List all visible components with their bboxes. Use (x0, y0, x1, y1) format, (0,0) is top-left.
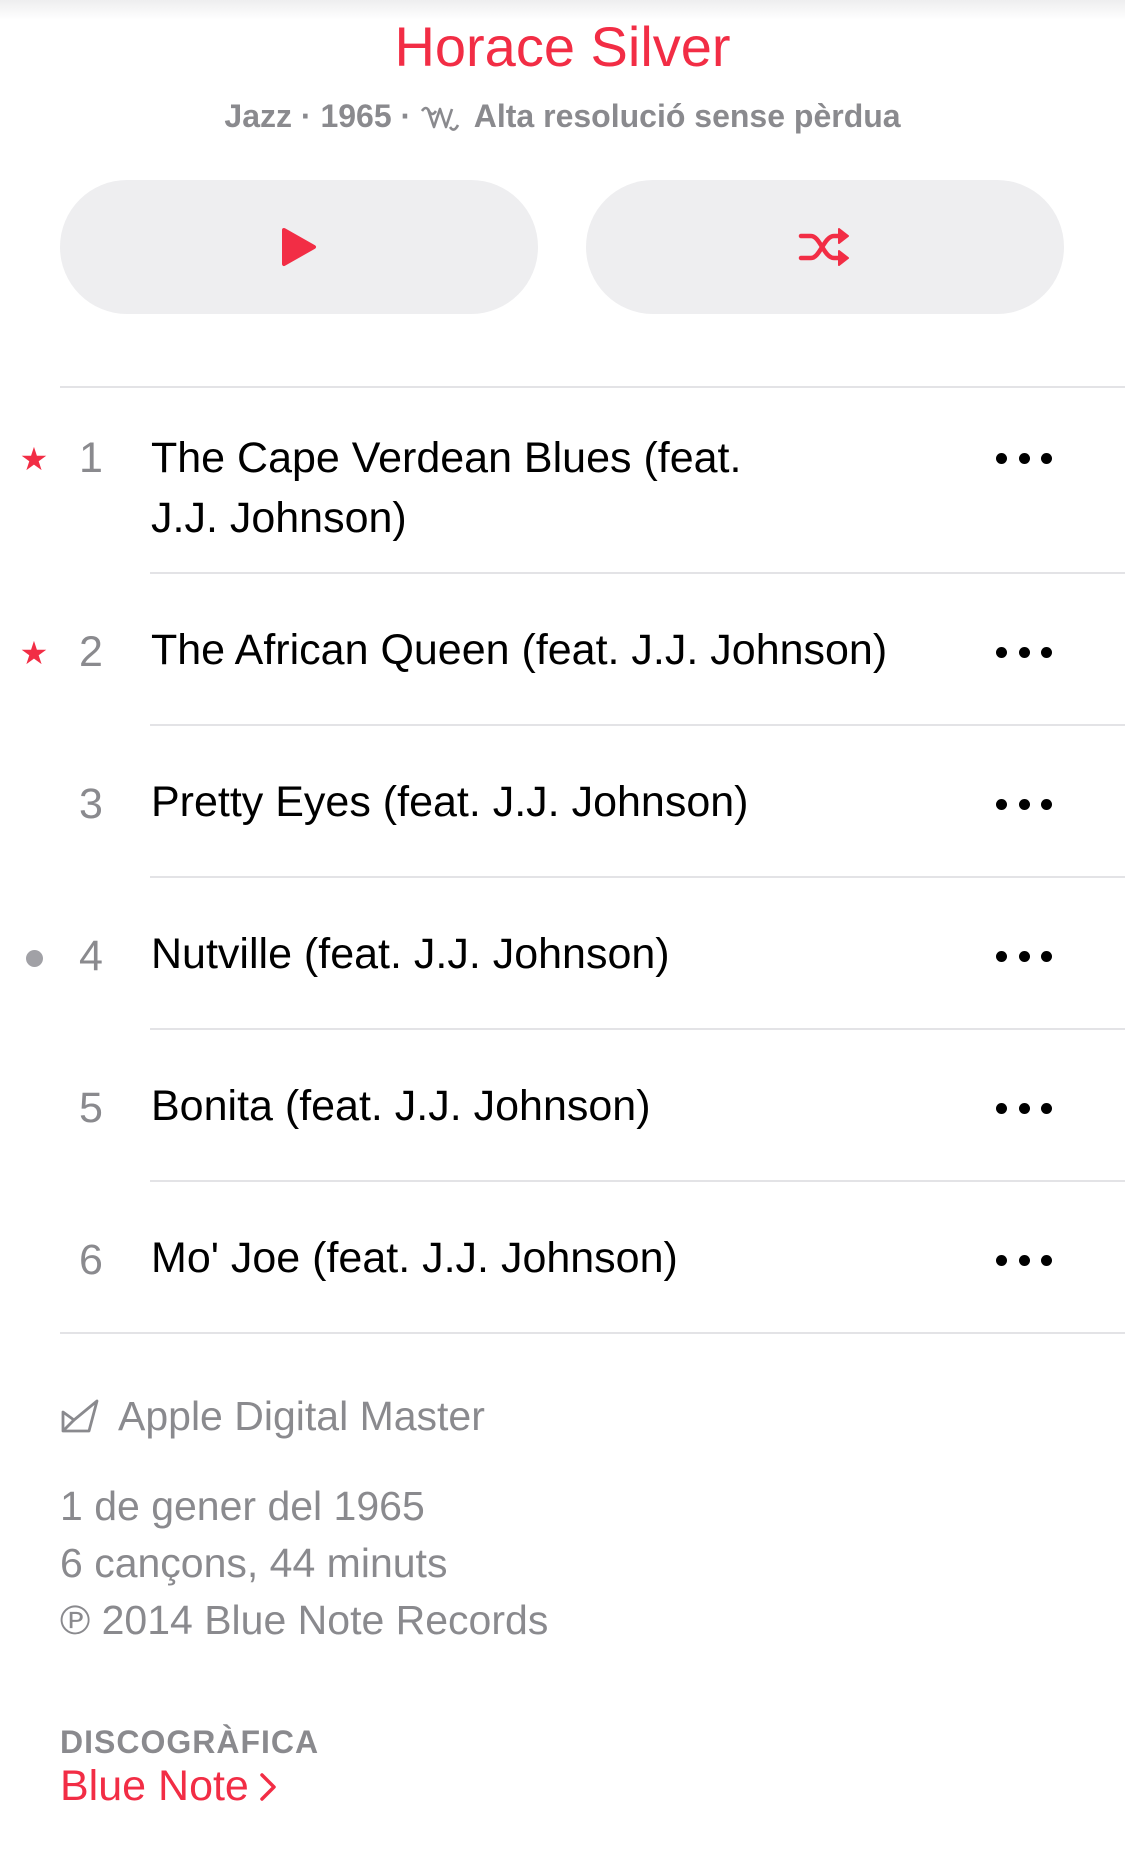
adm-label: Apple Digital Master (118, 1393, 485, 1439)
more-options-icon[interactable] (996, 946, 1052, 966)
artist-name[interactable]: Horace Silver (0, 14, 1125, 80)
track-title-line: J.J. Johnson) (151, 494, 407, 542)
track-title: The Cape Verdean Blues (feat. J.J. Johns… (151, 428, 961, 548)
record-label-link[interactable]: Blue Note (60, 1762, 277, 1811)
play-icon (282, 228, 316, 266)
track-row[interactable]: ★ 1 The Cape Verdean Blues (feat. J.J. J… (0, 388, 1125, 574)
track-row[interactable]: 3 Pretty Eyes (feat. J.J. Johnson) (0, 726, 1125, 878)
more-options-icon[interactable] (996, 1098, 1052, 1118)
track-number: 1 (79, 434, 103, 482)
track-title: Nutville (feat. J.J. Johnson) (151, 930, 670, 978)
track-number: 3 (79, 780, 103, 828)
track-title: Bonita (feat. J.J. Johnson) (151, 1082, 651, 1130)
track-row[interactable]: 5 Bonita (feat. J.J. Johnson) (0, 1030, 1125, 1182)
played-indicator-dot (26, 950, 43, 967)
track-row[interactable]: ★ 2 The African Queen (feat. J.J. Johnso… (0, 574, 1125, 726)
track-number: 4 (79, 932, 103, 980)
chevron-right-icon (260, 1772, 276, 1801)
shuffle-button[interactable] (586, 180, 1064, 314)
meta-separator: · (400, 98, 412, 134)
album-summary: 6 cançons, 44 minuts (60, 1540, 448, 1586)
record-label-heading: DISCOGRÀFICA (60, 1724, 320, 1760)
quality-label: Alta resolució sense pèrdua (473, 98, 901, 134)
play-button[interactable] (60, 180, 538, 314)
album-meta: Jazz · 1965 · Alta resolució sense pèrdu… (0, 96, 1125, 140)
track-title: The African Queen (feat. J.J. Johnson) (151, 626, 888, 674)
lossless-icon (420, 100, 460, 140)
track-number: 5 (79, 1084, 103, 1132)
genre: Jazz (224, 98, 292, 134)
apple-digital-master-icon (61, 1399, 99, 1433)
copyright: ℗ 2014 Blue Note Records (60, 1597, 549, 1643)
release-date: 1 de gener del 1965 (60, 1483, 425, 1529)
more-options-icon[interactable] (996, 642, 1052, 662)
track-row[interactable]: 6 Mo' Joe (feat. J.J. Johnson) (0, 1182, 1125, 1334)
track-row[interactable]: 4 Nutville (feat. J.J. Johnson) (0, 878, 1125, 1030)
favorite-star-icon: ★ (19, 635, 49, 671)
favorite-star-icon: ★ (19, 441, 49, 477)
apple-digital-master-badge: Apple Digital Master (60, 1388, 485, 1444)
more-options-icon[interactable] (996, 1250, 1052, 1270)
track-number: 2 (79, 628, 103, 676)
meta-separator: · (300, 98, 312, 134)
year: 1965 (320, 98, 392, 134)
more-options-icon[interactable] (996, 794, 1052, 814)
track-title: Pretty Eyes (feat. J.J. Johnson) (151, 778, 749, 826)
record-label-name: Blue Note (60, 1762, 249, 1810)
track-title: Mo' Joe (feat. J.J. Johnson) (151, 1234, 678, 1282)
track-number: 6 (79, 1236, 103, 1284)
more-options-icon[interactable] (996, 448, 1052, 468)
tracklist-bottom-divider (60, 1332, 1125, 1334)
track-title-line: The Cape Verdean Blues (feat. (151, 434, 742, 482)
shuffle-icon (798, 228, 849, 266)
